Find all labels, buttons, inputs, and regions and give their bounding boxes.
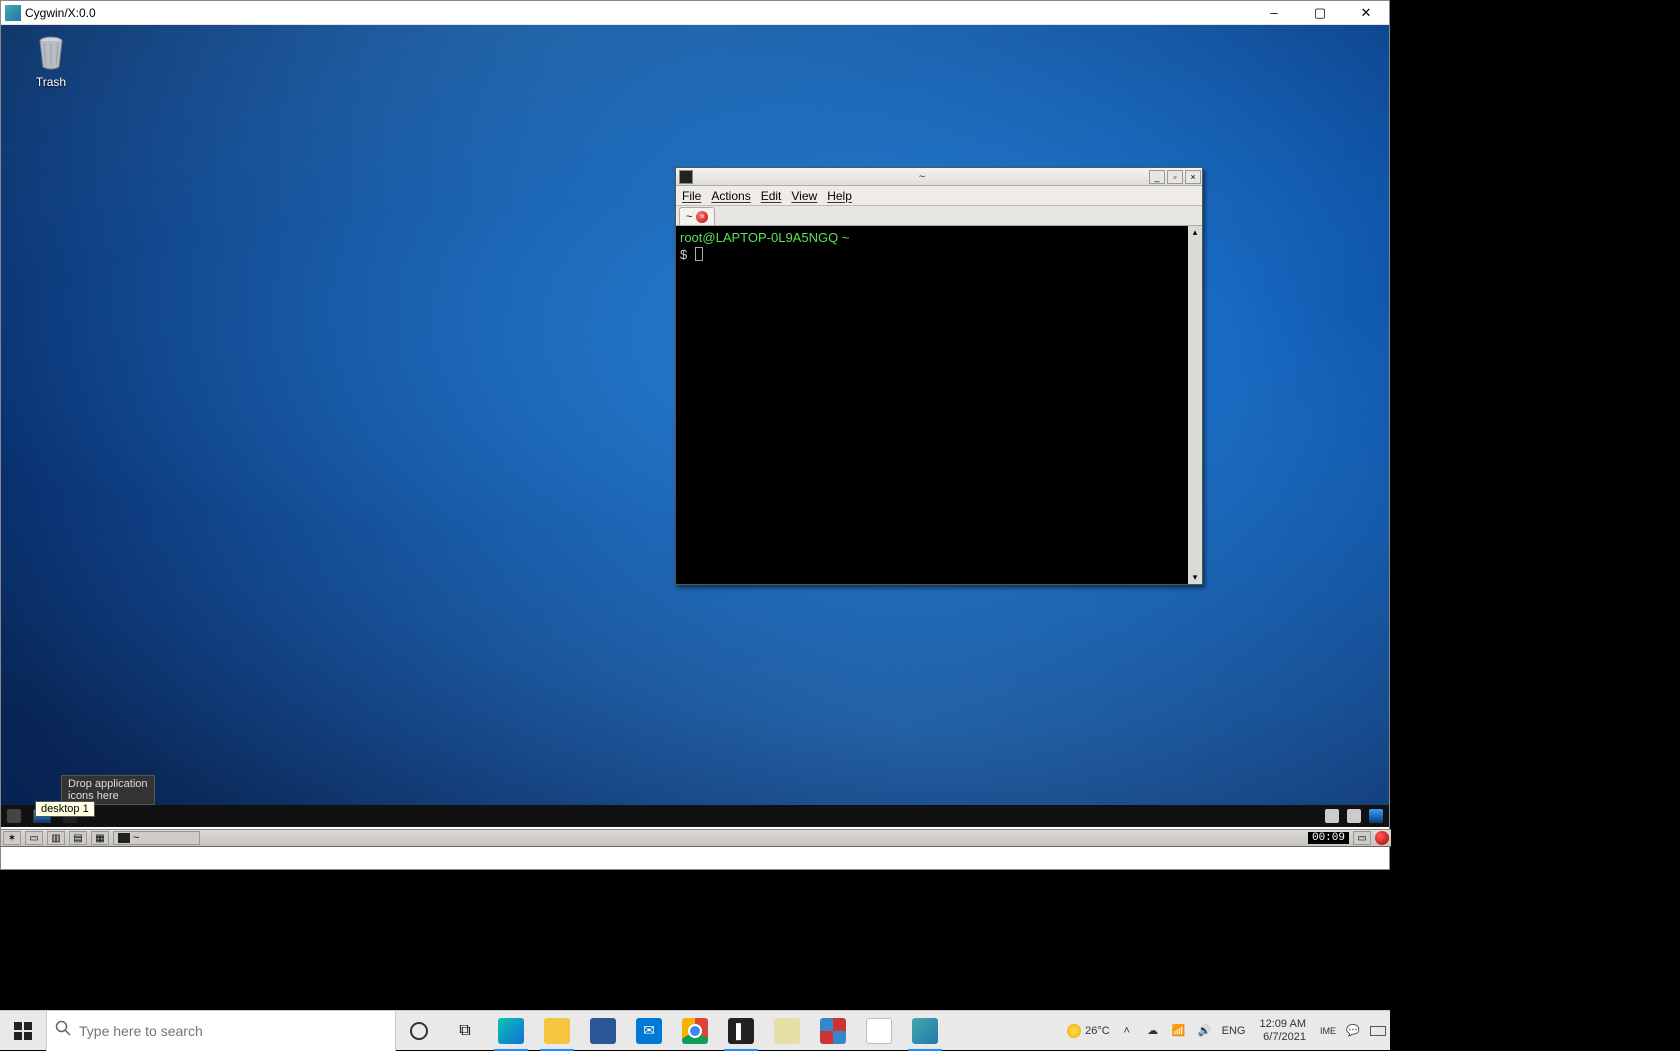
window-titlebar[interactable]: Cygwin/X:0.0 – ▢ ✕ xyxy=(1,1,1389,25)
cygwin-icon xyxy=(5,5,21,21)
terminal-maximize-button[interactable]: ▫ xyxy=(1167,170,1183,184)
taskbar-app-store[interactable] xyxy=(580,1011,626,1051)
windows-taskbar[interactable]: ⧉ ✉ ▌ ✎ 26°C ˄ ☁ 📶 🔊 ENG 12:09 AM 6/7/20… xyxy=(0,1010,1390,1050)
terminal-cursor xyxy=(695,247,703,261)
scroll-down-icon[interactable]: ▾ xyxy=(1193,572,1198,583)
tray-time: 12:09 AM xyxy=(1260,1018,1306,1031)
panel-task-terminal[interactable]: ~ xyxy=(113,831,200,845)
windows-logo-icon xyxy=(14,1022,32,1040)
terminal-title: ~ xyxy=(696,171,1148,183)
x-desktop[interactable]: Trash ~ _ ▫ × File Actions Edit View Hel… xyxy=(1,25,1389,827)
trash-desktop-icon[interactable]: Trash xyxy=(16,31,86,89)
folder-icon xyxy=(544,1018,570,1044)
terminal-tab[interactable]: ~ × xyxy=(679,207,715,225)
taskbar-app-paint[interactable]: ✎ xyxy=(856,1011,902,1051)
menu-actions[interactable]: Actions xyxy=(711,189,750,203)
tray-notify-icon[interactable] xyxy=(1325,809,1339,823)
temperature-label: 26°C xyxy=(1085,1025,1110,1037)
search-input[interactable] xyxy=(79,1023,395,1039)
refresh-icon xyxy=(7,809,21,823)
tray-network-icon[interactable] xyxy=(1369,809,1383,823)
terminal-screen[interactable]: root@LAPTOP-0L9A5NGQ ~ $ xyxy=(676,226,1188,584)
maximize-button[interactable]: ▢ xyxy=(1297,1,1343,25)
panel-task-label: ~ xyxy=(133,832,139,844)
terminal-prompt-symbol: $ xyxy=(680,247,687,262)
tray-language[interactable]: ENG xyxy=(1222,1025,1246,1037)
tray-volume-icon[interactable]: 🔊 xyxy=(1196,1022,1214,1040)
menu-view[interactable]: View xyxy=(791,189,817,203)
tray-clock[interactable]: 12:09 AM 6/7/2021 xyxy=(1254,1018,1312,1044)
tray-onedrive-icon[interactable]: ☁ xyxy=(1144,1022,1162,1040)
trash-icon xyxy=(31,31,71,71)
taskbar-app-edge[interactable] xyxy=(488,1011,534,1051)
close-button[interactable]: ✕ xyxy=(1343,1,1389,25)
taskbar-app-cmd[interactable]: ▌ xyxy=(718,1011,764,1051)
terminal-minimize-button[interactable]: _ xyxy=(1149,170,1165,184)
cygwin-icon xyxy=(912,1018,938,1044)
notepad-icon xyxy=(774,1018,800,1044)
task-view-button[interactable]: ⧉ xyxy=(442,1011,488,1051)
tray-volume-icon[interactable] xyxy=(1347,809,1361,823)
panel-clock[interactable]: 00:09 xyxy=(1308,832,1349,844)
task-view-icon: ⧉ xyxy=(459,1022,470,1040)
tray-action-center-icon[interactable]: 💬 xyxy=(1344,1022,1362,1040)
tray-ime[interactable]: IME xyxy=(1320,1026,1336,1036)
x-taskbar-menu-button[interactable] xyxy=(1,805,27,827)
terminal-prompt-userhost: root@LAPTOP-0L9A5NGQ ~ xyxy=(680,230,849,245)
taskbar-app-mail[interactable]: ✉ xyxy=(626,1011,672,1051)
scroll-up-icon[interactable]: ▴ xyxy=(1193,227,1198,238)
paint-icon: ✎ xyxy=(866,1018,892,1044)
panel-windowlist-icon[interactable]: ▤ xyxy=(69,831,87,845)
panel-power-icon[interactable] xyxy=(1375,831,1389,845)
terminal-menubar: File Actions Edit View Help xyxy=(676,186,1202,206)
panel-workspaces-icon[interactable]: ▦ xyxy=(91,831,109,845)
cortana-icon xyxy=(410,1022,428,1040)
menu-file[interactable]: File xyxy=(682,189,701,203)
chrome-icon xyxy=(682,1018,708,1044)
menu-help[interactable]: Help xyxy=(827,189,852,203)
start-button[interactable] xyxy=(0,1011,46,1051)
panel-showdesktop-icon[interactable]: ▭ xyxy=(25,831,43,845)
tray-date: 6/7/2021 xyxy=(1260,1031,1306,1044)
taskbar-app-file-explorer[interactable] xyxy=(534,1011,580,1051)
system-tray: 26°C ˄ ☁ 📶 🔊 ENG 12:09 AM 6/7/2021 IME 💬 xyxy=(1067,1011,1390,1050)
terminal-icon xyxy=(679,170,693,184)
menu-edit[interactable]: Edit xyxy=(761,189,782,203)
cortana-button[interactable] xyxy=(396,1011,442,1051)
taskbar-search[interactable] xyxy=(46,1011,396,1051)
panel-monitor-icon[interactable]: ▭ xyxy=(1353,831,1371,845)
terminal-scrollbar[interactable]: ▴ ▾ xyxy=(1188,226,1202,584)
cmd-icon: ▌ xyxy=(728,1018,754,1044)
tray-battery-icon[interactable] xyxy=(1370,1026,1386,1036)
terminal-task-icon xyxy=(118,833,130,843)
x-panel[interactable]: ✶ ▭ ▥ ▤ ▦ ~ 00:09 ▭ xyxy=(1,829,1391,847)
x-taskbar[interactable]: ~ xyxy=(1,805,1389,827)
terminal-tabbar: ~ × xyxy=(676,206,1202,226)
terminal-titlebar[interactable]: ~ _ ▫ × xyxy=(676,168,1202,186)
taskbar-app-chrome[interactable] xyxy=(672,1011,718,1051)
terminal-close-button[interactable]: × xyxy=(1185,170,1201,184)
mail-icon: ✉ xyxy=(636,1018,662,1044)
minimize-button[interactable]: – xyxy=(1251,1,1297,25)
panel-menu-icon[interactable]: ✶ xyxy=(3,831,21,845)
taskbar-app-winrar[interactable] xyxy=(810,1011,856,1051)
terminal-tab-close-icon[interactable]: × xyxy=(696,211,708,223)
workspace-tooltip: desktop 1 xyxy=(35,801,95,817)
trash-label: Trash xyxy=(16,75,86,89)
cygwin-x-window: Cygwin/X:0.0 – ▢ ✕ Trash ~ _ ▫ xyxy=(0,0,1390,870)
search-icon xyxy=(55,1020,71,1041)
panel-filemanager-icon[interactable]: ▥ xyxy=(47,831,65,845)
store-icon xyxy=(590,1018,616,1044)
weather-icon xyxy=(1067,1024,1081,1038)
terminal-tab-label: ~ xyxy=(686,211,692,223)
tray-chevron-icon[interactable]: ˄ xyxy=(1118,1022,1136,1040)
winrar-icon xyxy=(820,1018,846,1044)
tray-wifi-icon[interactable]: 📶 xyxy=(1170,1022,1188,1040)
taskbar-app-cygwin[interactable] xyxy=(902,1011,948,1051)
window-title: Cygwin/X:0.0 xyxy=(25,6,96,20)
weather-widget[interactable]: 26°C xyxy=(1067,1024,1110,1038)
edge-icon xyxy=(498,1018,524,1044)
taskbar-app-notepad[interactable] xyxy=(764,1011,810,1051)
terminal-window[interactable]: ~ _ ▫ × File Actions Edit View Help ~ × … xyxy=(675,167,1203,585)
